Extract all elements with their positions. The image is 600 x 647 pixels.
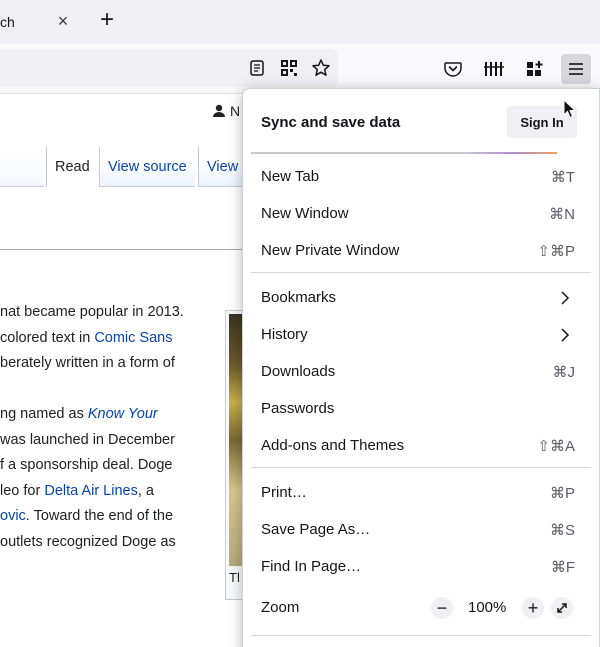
reader-view-icon[interactable] (243, 54, 271, 82)
menu-item-new-tab[interactable]: New Tab ⌘T (243, 160, 599, 194)
article-line: leo for Delta Air Lines, a (0, 479, 230, 505)
article-line: outlets recognized Doge as (0, 530, 230, 556)
user-links[interactable]: N (212, 103, 240, 119)
article-text-run: f a sponsorship deal. Doge (0, 457, 173, 473)
article-line: berately written in a form of (0, 351, 230, 377)
article-link[interactable]: Comic Sans (94, 330, 172, 346)
hamburger-menu-icon[interactable] (561, 54, 591, 84)
chevron-right-icon (561, 328, 570, 342)
extensions-icon[interactable] (521, 55, 549, 83)
article-text-run: colored text in (0, 329, 95, 346)
keyboard-shortcut: ⌘N (549, 206, 575, 223)
keyboard-shortcut: ⌘T (550, 169, 575, 186)
menu-item-label: Print… (261, 484, 307, 501)
article-text-run: outlets recognized Doge as (0, 533, 176, 550)
article-line: ovic. Toward the end of the (0, 504, 230, 530)
article-text-run: leo for (0, 482, 45, 499)
tab-read[interactable]: Read (46, 147, 98, 187)
article-line: f a sponsorship deal. Doge (0, 453, 230, 479)
app-menu-panel: Sync and save data Sign In New Tab ⌘T New … (242, 88, 600, 647)
tab-title[interactable]: ch (0, 14, 15, 30)
zoom-in-button[interactable]: + (522, 597, 544, 619)
qr-code-icon[interactable] (275, 54, 303, 82)
menu-item-save-page-as[interactable]: Save Page As… ⌘S (243, 513, 599, 547)
menu-item-label: Passwords (261, 400, 335, 417)
wiki-tab-left-edge (0, 157, 44, 187)
menu-separator (251, 635, 591, 636)
url-bar[interactable] (0, 49, 338, 87)
keyboard-shortcut: ⇧⌘P (537, 243, 575, 260)
menu-item-label: New Private Window (261, 242, 400, 259)
tab-strip: ch × + (0, 0, 600, 44)
user-icon (213, 104, 225, 117)
menu-item-label: Downloads (261, 363, 336, 380)
fullscreen-icon[interactable] (551, 597, 573, 619)
article-line: colored text in Comic Sans (0, 326, 230, 352)
chevron-right-icon (561, 291, 570, 305)
zoom-value[interactable]: 100% (468, 599, 506, 616)
library-icon[interactable] (480, 55, 508, 83)
tab-view-source[interactable]: View source (99, 147, 195, 187)
menu-item-downloads[interactable]: Downloads ⌘J (243, 355, 599, 389)
article-text-run: , a (137, 482, 154, 499)
wiki-view-tabs: Read View source View (0, 147, 260, 187)
tab-view-history[interactable]: View (198, 147, 247, 187)
menu-item-label: Bookmarks (261, 289, 337, 306)
menu-item-label: Find In Page… (261, 558, 362, 575)
article-text-run: nat became popular in 2013. (0, 304, 184, 320)
zoom-out-button[interactable]: − (431, 597, 453, 619)
menu-item-new-window[interactable]: New Window ⌘N (243, 197, 599, 231)
sync-title: Sync and save data (261, 114, 401, 131)
menu-item-label: Add-ons and Themes (261, 437, 405, 454)
article-line: ng named as Know Your (0, 402, 230, 428)
accent-divider (251, 152, 557, 154)
article-text: nat became popular in 2013. colored text … (0, 300, 230, 555)
article-text-run: berately written in a form of (0, 355, 175, 371)
mouse-cursor-icon (563, 99, 577, 119)
article-line: nat became popular in 2013. (0, 300, 230, 326)
close-tab-icon[interactable]: × (54, 10, 72, 32)
menu-item-label: History (261, 326, 308, 343)
menu-header: Sync and save data Sign In (243, 89, 599, 153)
keyboard-shortcut: ⌘S (549, 522, 575, 539)
menu-item-label: New Tab (261, 168, 320, 185)
menu-item-bookmarks[interactable]: Bookmarks (243, 281, 599, 315)
keyboard-shortcut: ⇧⌘A (537, 438, 575, 455)
menu-item-passwords[interactable]: Passwords (243, 392, 599, 426)
content-divider (0, 249, 260, 250)
article-link[interactable]: ovic (0, 508, 26, 524)
menu-item-label: Save Page As… (261, 521, 371, 538)
article-link[interactable]: Know Your (88, 406, 158, 422)
user-link-text[interactable]: N (230, 103, 240, 119)
article-line (0, 377, 230, 403)
zoom-row: Zoom − 100% + (243, 591, 599, 625)
menu-item-print[interactable]: Print… ⌘P (243, 476, 599, 510)
article-text-run: ng named as (0, 406, 88, 422)
zoom-label: Zoom (261, 599, 300, 616)
menu-item-find-in-page[interactable]: Find In Page… ⌘F (243, 550, 599, 584)
menu-item-add-ons-and-themes[interactable]: Add-ons and Themes ⇧⌘A (243, 429, 599, 463)
article-text-run: . Toward the end of the (25, 508, 174, 524)
bookmark-star-icon[interactable] (307, 54, 335, 82)
menu-item-label: New Window (261, 205, 349, 222)
keyboard-shortcut: ⌘J (552, 364, 576, 381)
navigation-toolbar (0, 44, 600, 94)
menu-item-history[interactable]: History (243, 318, 599, 352)
article-line: was launched in December (0, 428, 230, 454)
keyboard-shortcut: ⌘P (549, 485, 575, 502)
keyboard-shortcut: ⌘F (550, 559, 575, 576)
article-link[interactable]: Delta Air Lines (44, 483, 138, 499)
menu-separator (251, 272, 591, 273)
article-text-run: was launched in December (0, 431, 175, 448)
menu-separator (251, 467, 591, 468)
pocket-icon[interactable] (439, 55, 467, 83)
new-tab-icon[interactable]: + (96, 8, 118, 34)
menu-item-new-private-window[interactable]: New Private Window ⇧⌘P (243, 234, 599, 268)
